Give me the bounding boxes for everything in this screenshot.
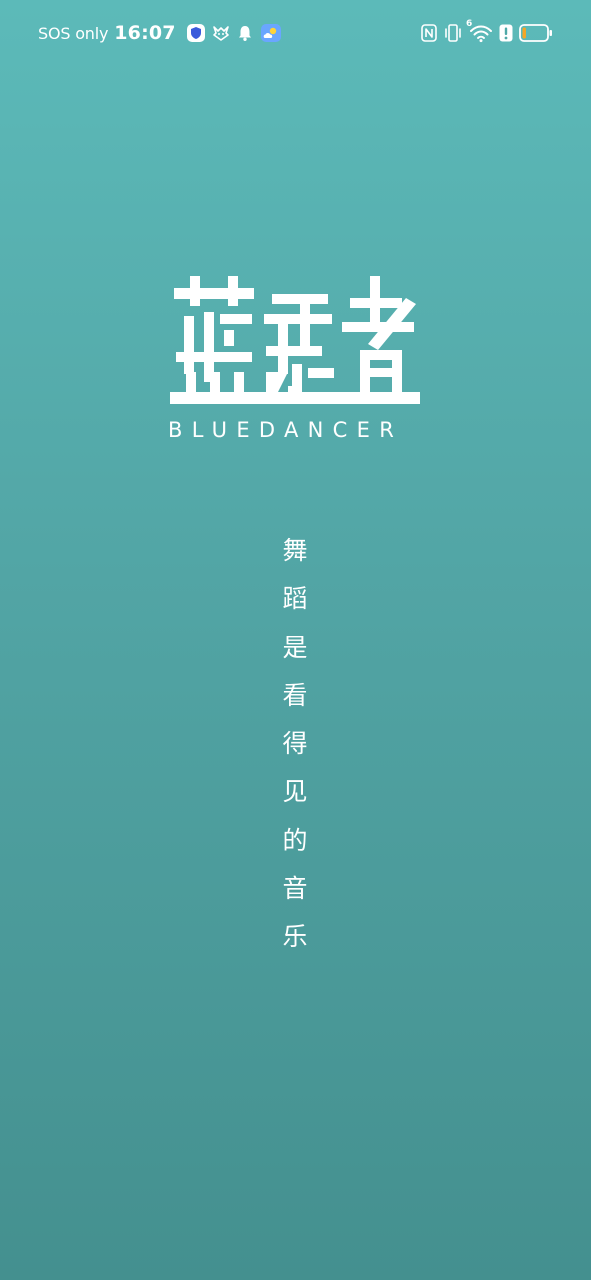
status-bar-right: 6	[421, 19, 553, 46]
bell-icon	[236, 24, 254, 42]
slogan-char: 舞	[282, 536, 308, 565]
clock: 16:07	[114, 22, 176, 44]
slogan-char: 的	[282, 825, 308, 855]
weather-icon	[260, 23, 282, 43]
status-bar-left: SOS only 16:07	[38, 20, 282, 46]
vibrate-icon	[443, 23, 463, 43]
slogan-char: 乐	[282, 922, 308, 952]
dragon-app-icon	[212, 25, 230, 41]
slogan-char: 得	[282, 729, 308, 759]
slogan-char: 蹈	[282, 584, 308, 614]
alert-icon	[499, 24, 513, 42]
slogan-char: 见	[282, 777, 308, 807]
splash-screen: SOS only 16:07 6 BLUEDANCER 舞 蹈 是 看 得 见 …	[0, 0, 591, 1280]
shield-app-icon	[186, 23, 206, 43]
nfc-icon	[421, 24, 437, 42]
wifi-badge: 6	[466, 19, 473, 29]
status-bar: SOS only 16:07 6	[0, 0, 591, 66]
wifi-icon: 6	[466, 19, 493, 43]
brand-english-name: BLUEDANCER	[168, 418, 404, 442]
battery-icon	[519, 23, 553, 43]
slogan-vertical-text: 舞 蹈 是 看 得 见 的 音 乐	[268, 527, 322, 962]
slogan-char: 是	[282, 632, 308, 662]
slogan-char: 看	[282, 680, 308, 710]
carrier-label: SOS only	[38, 23, 109, 43]
slogan-char: 音	[282, 874, 308, 904]
